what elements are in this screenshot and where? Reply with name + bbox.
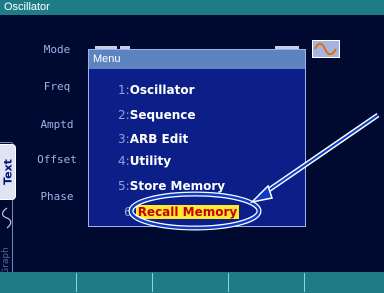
softkey-bar	[0, 272, 384, 293]
menu-item-utility[interactable]: 4:Utility	[118, 151, 171, 171]
param-label-amptd[interactable]: Amptd	[30, 118, 84, 131]
menu-item-store-memory[interactable]: 5:Store Memory	[118, 176, 225, 196]
param-label-offset[interactable]: Offset	[30, 153, 84, 166]
softkey-button[interactable]	[76, 273, 152, 292]
softkey-button[interactable]	[304, 273, 380, 292]
window-title: Oscillator	[4, 1, 50, 13]
wave-glyph-icon	[1, 207, 12, 229]
menu-item-label: Utility	[129, 154, 172, 168]
sine-wave-glyph-icon	[314, 42, 337, 56]
menu-item-recall-memory[interactable]: 6: Recall Memory	[124, 202, 240, 222]
menu-item-number: 2:	[118, 108, 130, 122]
menu-item-arb-edit[interactable]: 3:ARB Edit	[118, 129, 188, 149]
tab-text-label: Text	[1, 159, 14, 185]
softkey-button[interactable]	[228, 273, 304, 292]
tab-text[interactable]: Text	[0, 144, 16, 200]
menu-title-bar: Menu	[89, 50, 305, 69]
menu-item-number: 6:	[124, 205, 136, 219]
menu-popup: Menu 1:Oscillator 2:Sequence 3:ARB Edit …	[88, 49, 306, 227]
menu-item-label: Sequence	[129, 108, 196, 122]
menu-item-number: 5:	[118, 179, 130, 193]
menu-item-number: 4:	[118, 154, 130, 168]
sine-wave-icon[interactable]	[312, 40, 340, 58]
window-title-bar: Oscillator	[0, 0, 384, 15]
menu-item-sequence[interactable]: 2:Sequence	[118, 105, 196, 125]
menu-item-number: 1:	[118, 83, 130, 97]
softkey-button[interactable]	[152, 273, 228, 292]
menu-item-label: ARB Edit	[129, 132, 189, 146]
param-label-mode[interactable]: Mode	[30, 43, 84, 56]
menu-item-label: Recall Memory	[135, 205, 240, 219]
param-label-phase[interactable]: Phase	[30, 190, 84, 203]
tab-graph-label: Graph	[1, 247, 11, 275]
menu-title: Menu	[93, 53, 121, 65]
menu-item-label: Store Memory	[129, 179, 226, 193]
menu-item-label: Oscillator	[129, 83, 195, 97]
menu-item-oscillator[interactable]: 1:Oscillator	[118, 80, 194, 100]
menu-item-number: 3:	[118, 132, 130, 146]
param-label-freq[interactable]: Freq	[30, 80, 84, 93]
